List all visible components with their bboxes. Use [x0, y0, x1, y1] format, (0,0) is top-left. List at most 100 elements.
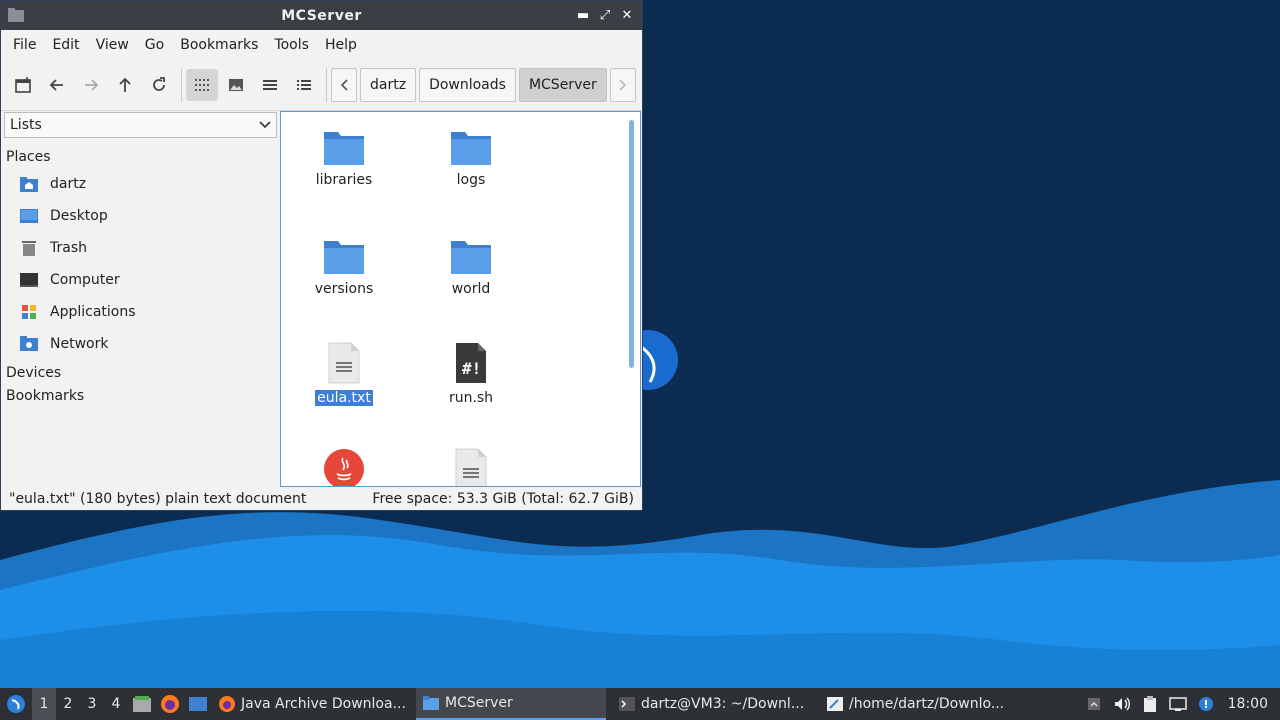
computer-icon [18, 270, 40, 290]
sidebar-item-network[interactable]: Network [4, 328, 277, 360]
volume-icon[interactable] [1108, 688, 1136, 720]
terminal-icon [618, 695, 636, 713]
file-item-logs[interactable]: logs [421, 120, 521, 188]
applications-icon [18, 302, 40, 322]
text-editor-icon [826, 695, 844, 713]
file-view[interactable]: libraries logs versions world eula.txt #… [280, 111, 641, 487]
taskbar: 1 2 3 4 Java Archive Downloa... MCServer… [0, 688, 1280, 720]
clipboard-icon[interactable] [1136, 688, 1164, 720]
chevron-down-icon [259, 117, 271, 133]
workspace-3[interactable]: 3 [80, 696, 104, 712]
icon-view-icon[interactable] [186, 69, 218, 101]
file-item-world[interactable]: world [421, 229, 521, 297]
compact-view-icon[interactable] [254, 69, 286, 101]
breadcrumb-downloads[interactable]: Downloads [419, 68, 516, 102]
trash-icon [18, 238, 40, 258]
file-item-text-file[interactable] [421, 444, 521, 486]
menu-go[interactable]: Go [137, 37, 172, 53]
task-label: MCServer [445, 695, 513, 711]
sidebar-item-applications[interactable]: Applications [4, 296, 277, 328]
menu-view[interactable]: View [88, 37, 137, 53]
folder-icon [294, 229, 394, 275]
side-pane-mode-select[interactable]: Lists [4, 112, 277, 138]
tray-expand-icon[interactable] [1080, 688, 1108, 720]
breadcrumb-mcserver[interactable]: MCServer [518, 68, 607, 102]
close-button[interactable]: ✕ [618, 6, 636, 24]
toolbar-separator [181, 68, 182, 102]
notification-icon[interactable] [1192, 688, 1220, 720]
file-manager-launcher-icon[interactable] [128, 688, 156, 720]
status-bar: "eula.txt" (180 bytes) plain text docume… [1, 488, 642, 510]
sidebar-item-trash[interactable]: Trash [4, 232, 277, 264]
workspace-2[interactable]: 2 [56, 696, 80, 712]
menu-bookmarks[interactable]: Bookmarks [172, 37, 266, 53]
script-file-icon: #! [421, 338, 521, 384]
menu-file[interactable]: File [5, 37, 44, 53]
workspace-4[interactable]: 4 [104, 696, 128, 712]
file-name: world [451, 281, 491, 297]
menu-edit[interactable]: Edit [44, 37, 87, 53]
file-item-run-sh[interactable]: #! run.sh [421, 338, 521, 406]
status-selection-info: "eula.txt" (180 bytes) plain text docume… [9, 491, 307, 507]
places-header[interactable]: Places [4, 146, 277, 168]
file-item-versions[interactable]: versions [294, 229, 394, 297]
sidebar-item-computer[interactable]: Computer [4, 264, 277, 296]
folder-icon [421, 120, 521, 166]
toolbar-separator [326, 68, 327, 102]
file-item-eula-txt[interactable]: eula.txt [294, 338, 394, 406]
file-name: run.sh [448, 390, 494, 406]
task-firefox[interactable]: Java Archive Downloa... [212, 688, 410, 720]
thumbnail-view-icon[interactable] [220, 69, 252, 101]
file-view-scrollbar[interactable] [629, 120, 634, 368]
network-status-icon[interactable] [1164, 688, 1192, 720]
network-icon [18, 334, 40, 354]
breadcrumb-right-arrow[interactable] [609, 68, 636, 102]
file-item-java-archive[interactable] [294, 444, 394, 486]
side-pane-mode-value: Lists [10, 117, 42, 133]
show-desktop-icon[interactable] [184, 688, 212, 720]
sidebar-item-label: Computer [50, 272, 120, 288]
new-tab-icon[interactable] [7, 69, 39, 101]
file-name: versions [314, 281, 374, 297]
file-name: libraries [315, 172, 373, 188]
task-mcserver[interactable]: MCServer [416, 688, 606, 720]
toolbar: dartz Downloads MCServer [1, 60, 642, 111]
workspace-1[interactable]: 1 [32, 688, 56, 720]
reload-icon[interactable] [143, 69, 175, 101]
firefox-launcher-icon[interactable] [156, 688, 184, 720]
sidebar-item-label: dartz [50, 176, 87, 192]
window-titlebar[interactable]: MCServer ▬ ⤢ ✕ [1, 1, 642, 30]
bookmarks-header[interactable]: Bookmarks [4, 385, 277, 407]
desktop-icon [18, 206, 40, 226]
file-item-libraries[interactable]: libraries [294, 120, 394, 188]
sidebar-item-dartz[interactable]: dartz [4, 168, 277, 200]
menu-help[interactable]: Help [317, 37, 365, 53]
devices-header[interactable]: Devices [4, 362, 277, 384]
menu-tools[interactable]: Tools [266, 37, 317, 53]
task-text-editor[interactable]: /home/dartz/Downlo... [820, 688, 1022, 720]
window-title: MCServer [281, 7, 362, 24]
forward-icon[interactable] [75, 69, 107, 101]
breadcrumb-dartz[interactable]: dartz [360, 68, 417, 102]
maximize-button[interactable]: ⤢ [596, 6, 614, 24]
file-name: logs [456, 172, 486, 188]
sidebar-item-label: Applications [50, 304, 136, 320]
breadcrumb-left-arrow[interactable] [331, 68, 357, 102]
side-pane: Lists Places dartz Desktop Trash Compute… [4, 112, 277, 487]
java-icon [294, 444, 394, 486]
sidebar-item-label: Trash [50, 240, 87, 256]
start-menu-icon[interactable] [0, 688, 32, 720]
firefox-icon [218, 695, 236, 713]
sidebar-item-desktop[interactable]: Desktop [4, 200, 277, 232]
task-terminal[interactable]: dartz@VM3: ~/Downl... [612, 688, 814, 720]
status-free-space: Free space: 53.3 GiB (Total: 62.7 GiB) [372, 491, 634, 507]
folder-icon [421, 229, 521, 275]
back-icon[interactable] [41, 69, 73, 101]
file-name: eula.txt [315, 390, 373, 406]
file-manager-window: MCServer ▬ ⤢ ✕ File Edit View Go Bookmar… [0, 0, 643, 511]
detailed-list-icon[interactable] [288, 69, 320, 101]
clock[interactable]: 18:00 [1220, 696, 1280, 712]
minimize-button[interactable]: ▬ [574, 6, 592, 24]
up-icon[interactable] [109, 69, 141, 101]
svg-text:#!: #! [462, 359, 481, 378]
